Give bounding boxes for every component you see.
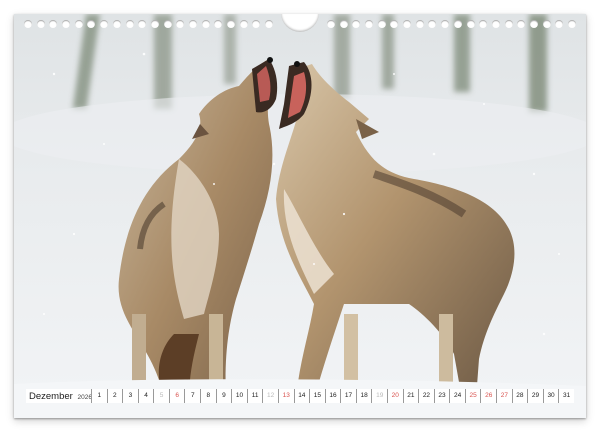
binding-hole (74, 20, 83, 28)
calendar-day: 14 (293, 389, 310, 403)
binding-hole (214, 20, 223, 28)
calendar-day: 28 (511, 389, 528, 403)
binding-hole (239, 20, 248, 28)
binding-hole (227, 20, 235, 28)
binding-hole (390, 20, 399, 28)
calendar-day: 10 (231, 389, 247, 403)
calendar-day: 29 (527, 389, 543, 403)
calendar-day: 7 (184, 389, 200, 403)
binding-hole (491, 20, 500, 28)
binding-hole (252, 20, 261, 28)
binding-hole (188, 20, 197, 28)
binding-hole (453, 20, 462, 28)
calendar-day: 6 (168, 389, 185, 403)
calendar-day: 4 (137, 389, 154, 403)
calendar-day: 16 (324, 389, 341, 403)
binding-hole (403, 20, 412, 28)
binding-hole (441, 20, 450, 28)
calendar-day: 5 (153, 389, 169, 403)
calendar-day: 27 (496, 389, 512, 403)
calendar-day: 25 (464, 389, 481, 403)
binding-hole (36, 20, 45, 28)
binding-hole (150, 20, 159, 28)
calendar-day: 19 (371, 389, 387, 403)
binding-hole (176, 20, 185, 28)
calendar-day: 30 (542, 389, 559, 403)
calendar-day: 20 (386, 389, 403, 403)
binding-hole (62, 20, 71, 28)
binding-hole (504, 20, 513, 28)
calendar-day: 23 (433, 389, 450, 403)
calendar-day: 1 (91, 389, 107, 403)
binding-hole (415, 20, 424, 28)
month-name: Dezember (29, 390, 73, 402)
calendar-day: 24 (449, 389, 465, 403)
binding-hole (100, 20, 109, 28)
binding-hole (125, 20, 134, 28)
binding-hole (542, 20, 551, 28)
calendar-day: 22 (418, 389, 434, 403)
binding-hole (555, 20, 564, 28)
calendar-day: 11 (246, 389, 263, 403)
binding-holes-right (326, 20, 576, 28)
calendar-day: 21 (402, 389, 419, 403)
calendar-day: 3 (122, 389, 138, 403)
binding-hole (466, 20, 475, 28)
month-label: Dezember 2026 (26, 390, 92, 402)
binding-hole (479, 20, 488, 28)
binding-hole (24, 20, 32, 28)
binding-hole (49, 20, 58, 28)
binding-hole (265, 20, 274, 28)
calendar-day: 17 (340, 389, 356, 403)
binding-hole (138, 20, 147, 28)
calendar-day: 2 (106, 389, 123, 403)
binding-hole (352, 20, 361, 28)
binding-hole (517, 20, 526, 28)
year-label: 2026 (77, 393, 92, 401)
calendar-page: Dezember 2026 1 2 3 4 5 6 7 8 9 10 11 12 13 14 15 16 17 1… (14, 14, 586, 418)
binding-hole (377, 20, 386, 28)
calendar-day: 9 (215, 389, 232, 403)
calendar-day: 18 (355, 389, 372, 403)
calendar-day: 26 (480, 389, 496, 403)
binding-hole (339, 20, 348, 28)
calendar-day: 8 (200, 389, 216, 403)
calendar-day: 13 (277, 389, 294, 403)
binding-hole (529, 20, 538, 28)
binding-hole (365, 20, 373, 28)
calendar-day: 15 (309, 389, 325, 403)
binding-hole (87, 20, 96, 28)
calendar-day: 12 (262, 389, 278, 403)
day-row: 1 2 3 4 5 6 7 8 9 10 11 12 13 14 15 16 17 18 19 20 21 22 23 24 2… (91, 389, 574, 403)
binding-hole (201, 20, 210, 28)
hanger-cutout (281, 14, 319, 32)
binding-hole (163, 20, 172, 28)
binding-hole (568, 20, 576, 28)
binding-hole (428, 20, 437, 28)
calendar-day: 31 (558, 389, 574, 403)
binding-hole (326, 20, 335, 28)
spiral-binding (14, 14, 586, 36)
wolves-photo (14, 14, 586, 418)
binding-hole (112, 20, 121, 28)
calendar-strip: Dezember 2026 1 2 3 4 5 6 7 8 9 10 11 12 13 14 15 16 17 1… (26, 389, 574, 403)
binding-holes-left (24, 20, 274, 28)
